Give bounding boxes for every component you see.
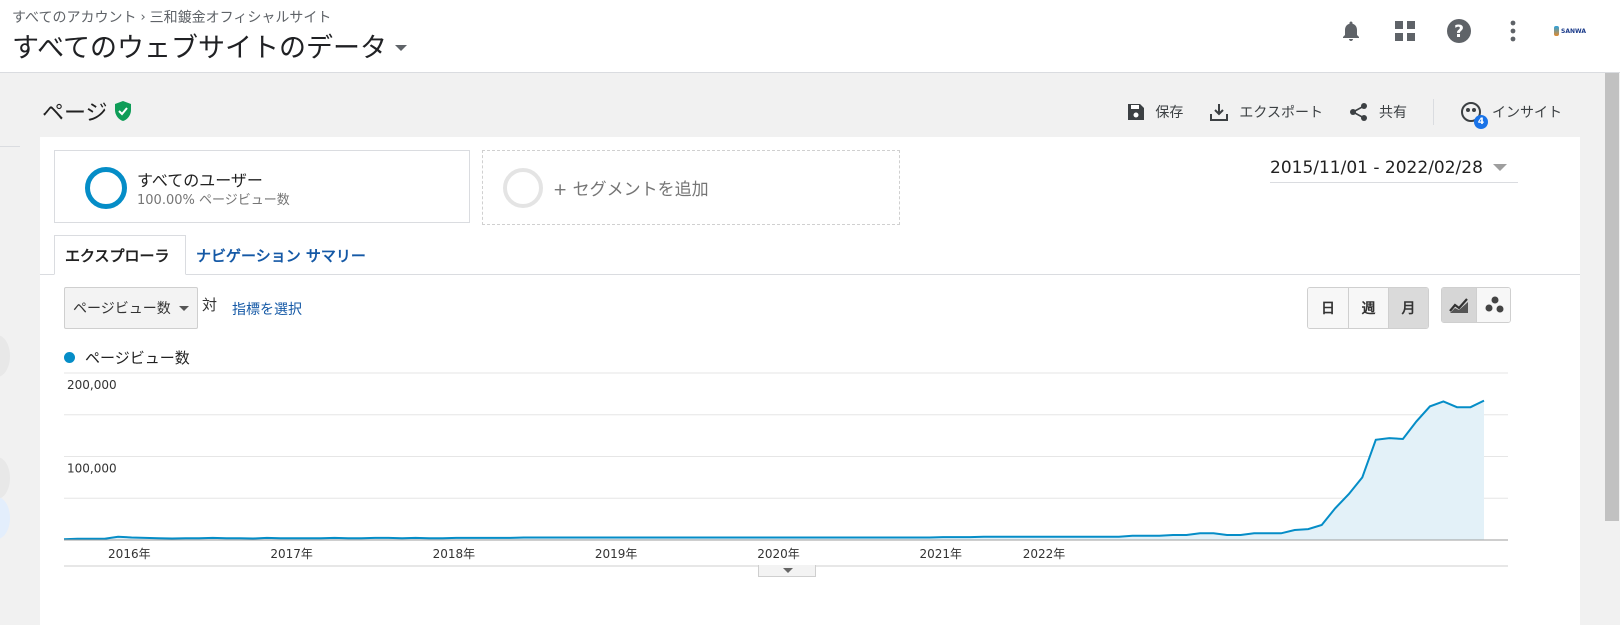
add-segment-button[interactable]: + セグメントを追加 — [482, 150, 900, 225]
chart-type-toggle — [1441, 287, 1511, 323]
granularity-week-button[interactable]: 週 — [1348, 288, 1388, 328]
metric-dropdown-value: ページビュー数 — [73, 301, 171, 317]
granularity-toggle: 日 週 月 — [1307, 287, 1429, 329]
line-chart-icon — [1449, 298, 1468, 313]
segment-name: すべてのユーザー — [137, 171, 263, 190]
granularity-day-button[interactable]: 日 — [1308, 288, 1348, 328]
add-segment-label: + セグメントを追加 — [553, 180, 709, 200]
bubble-chart-icon — [1485, 296, 1503, 313]
x-tick-label: 2018年 — [433, 547, 476, 561]
nav-bubble — [0, 497, 10, 539]
save-label: 保存 — [1155, 105, 1184, 121]
nav-bubble — [0, 457, 10, 499]
export-button[interactable]: エクスポート — [1209, 102, 1323, 122]
granularity-month-button[interactable]: 月 — [1388, 288, 1428, 328]
insight-badge: 4 — [1474, 115, 1488, 129]
x-tick-label: 2016年 — [108, 547, 151, 561]
x-tick-label: 2020年 — [757, 547, 800, 561]
share-button[interactable]: 共有 — [1349, 102, 1407, 122]
breadcrumb-separator: › — [140, 9, 146, 25]
pageviews-chart: 200,000 100,000 2016年 2017年 2018年 2019年 2020年 2… — [63, 372, 1508, 567]
tab-navigation-summary[interactable]: ナビゲーション サマリー — [186, 235, 376, 275]
x-tick-label: 2022年 — [1023, 547, 1066, 561]
chart-resize-handle[interactable] — [758, 565, 816, 577]
date-range-value: 2015/11/01 - 2022/02/28 — [1270, 157, 1483, 178]
report-content: すべてのユーザー 100.00% ページビュー数 + セグメントを追加 2015… — [40, 137, 1580, 625]
empty-segment-ring-icon — [503, 168, 543, 208]
more-vert-icon[interactable] — [1500, 18, 1526, 44]
y-tick-label: 100,000 — [67, 462, 117, 476]
report-header: ページ 保存 エクスポート 共有 4 インサイト — [26, 73, 1578, 137]
chevron-down-icon — [179, 306, 189, 311]
breadcrumb-property[interactable]: 三和鍍金オフィシャルサイト — [150, 7, 332, 27]
x-tick-label: 2017年 — [270, 547, 313, 561]
report-area: ページ 保存 エクスポート 共有 4 インサイト すべてのユーザー 100.00… — [26, 73, 1604, 625]
view-selector[interactable]: すべてのウェブサイトのデータ — [12, 26, 408, 65]
insight-label: インサイト — [1492, 105, 1562, 121]
series-area — [64, 400, 1484, 540]
chevron-down-icon — [783, 568, 793, 573]
left-nav-strip — [0, 73, 26, 625]
insight-icon: 4 — [1460, 101, 1488, 129]
scrollbar-thumb[interactable] — [1605, 73, 1619, 521]
verified-shield-icon — [114, 101, 131, 121]
report-title-wrap: ページ — [42, 95, 132, 127]
site-logo: SANWA — [1554, 21, 1590, 41]
export-label: エクスポート — [1239, 105, 1323, 121]
y-tick-label: 200,000 — [67, 378, 117, 392]
share-icon — [1350, 103, 1367, 121]
segment-card-all-users[interactable]: すべてのユーザー 100.00% ページビュー数 — [54, 150, 470, 223]
x-tick-label: 2019年 — [595, 547, 638, 561]
breadcrumb-account[interactable]: すべてのアカウント — [12, 7, 136, 27]
breadcrumb: すべてのアカウント › 三和鍍金オフィシャルサイト — [12, 7, 331, 27]
save-icon — [1128, 104, 1145, 120]
bell-icon[interactable] — [1338, 18, 1364, 44]
divider — [1433, 99, 1434, 125]
scrollbar[interactable] — [1604, 73, 1620, 625]
download-icon — [1210, 104, 1229, 121]
insight-button[interactable]: 4 インサイト — [1460, 101, 1562, 129]
chevron-down-icon — [395, 44, 408, 51]
view-title: すべてのウェブサイトのデータ — [12, 33, 388, 64]
svg-text:?: ? — [1454, 22, 1464, 42]
header-icons: ? SANWA — [1338, 18, 1590, 44]
save-button[interactable]: 保存 — [1127, 102, 1183, 122]
help-icon[interactable]: ? — [1446, 18, 1472, 44]
series-line — [63, 399, 1485, 541]
legend-swatch — [64, 352, 75, 363]
tab-explorer[interactable]: エクスプローラ — [54, 235, 186, 275]
segment-ring-icon — [85, 167, 127, 209]
date-range-picker[interactable]: 2015/11/01 - 2022/02/28 — [1270, 153, 1518, 183]
segment-subtitle: 100.00% ページビュー数 — [137, 193, 290, 208]
share-label: 共有 — [1379, 105, 1407, 121]
report-tabs: エクスプローラ ナビゲーション サマリー — [40, 235, 1580, 275]
select-metric-link[interactable]: 指標を選択 — [232, 299, 302, 319]
line-chart-button[interactable] — [1442, 288, 1476, 322]
chevron-down-icon — [1492, 164, 1507, 171]
report-actions: 保存 エクスポート 共有 4 インサイト — [1127, 99, 1562, 129]
top-header: すべてのアカウント › 三和鍍金オフィシャルサイト すべてのウェブサイトのデータ… — [0, 0, 1620, 73]
apps-grid-icon[interactable] — [1392, 18, 1418, 44]
x-tick-label: 2021年 — [919, 547, 962, 561]
nav-bubble — [0, 335, 10, 377]
metric-dropdown[interactable]: ページビュー数 — [64, 287, 198, 329]
page-title: ページ — [42, 101, 108, 126]
vs-label: 対 — [202, 296, 218, 314]
motion-chart-button[interactable] — [1476, 288, 1510, 322]
